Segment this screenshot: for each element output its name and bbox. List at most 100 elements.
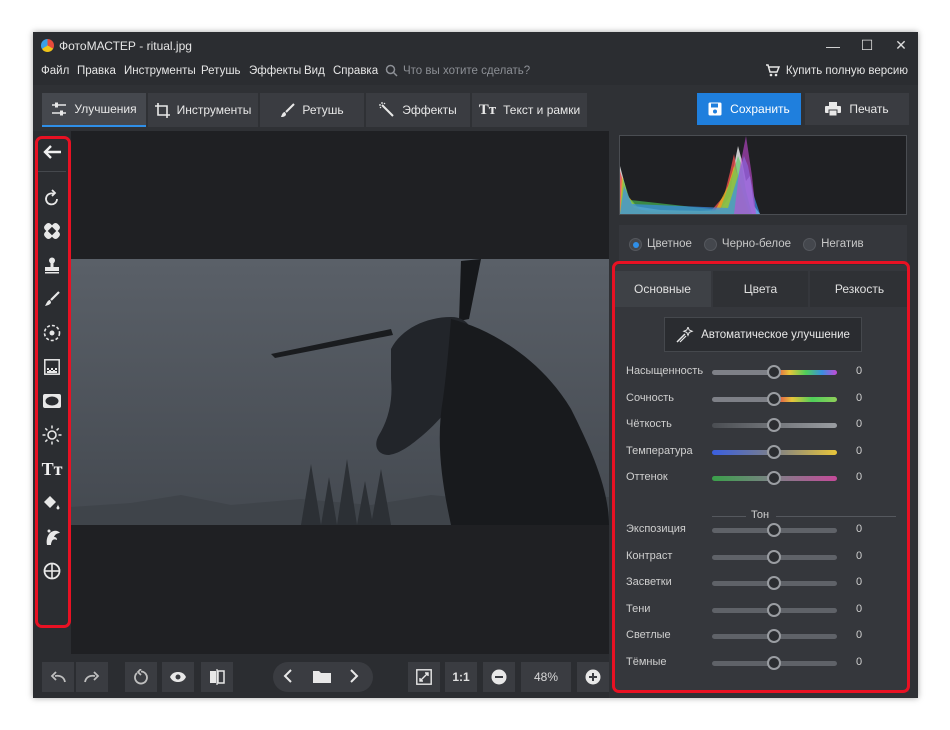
light-tool[interactable] bbox=[37, 422, 67, 448]
image-canvas[interactable] bbox=[71, 131, 609, 654]
subtab-sharpness[interactable]: Резкость bbox=[810, 271, 909, 307]
close-button[interactable]: ✕ bbox=[884, 32, 918, 59]
portrait-tool[interactable] bbox=[37, 524, 67, 550]
color-mode-group: Цветное Черно-белое Негатив bbox=[619, 225, 907, 263]
gradient-icon bbox=[44, 359, 60, 375]
slider-value: 0 bbox=[856, 576, 863, 588]
back-button[interactable] bbox=[37, 139, 67, 165]
slider-handle[interactable] bbox=[767, 418, 781, 432]
undo-button[interactable] bbox=[42, 662, 74, 692]
right-panel: Цветное Черно-белое Негатив Основные Цве… bbox=[609, 131, 918, 698]
compare-button[interactable] bbox=[201, 662, 233, 692]
slider-label: Экспозиция bbox=[626, 523, 686, 535]
slider-value: 0 bbox=[856, 550, 863, 562]
redo-button[interactable] bbox=[76, 662, 108, 692]
fill-tool[interactable] bbox=[37, 490, 67, 516]
window-title: ФотоМАСТЕР - ritual.jpg bbox=[59, 39, 192, 53]
gradient-filter-tool[interactable] bbox=[37, 354, 67, 380]
search-box[interactable]: Что вы хотите сделать? bbox=[385, 64, 530, 77]
light-icon bbox=[42, 425, 62, 445]
menu-tools[interactable]: Инструменты bbox=[124, 65, 196, 77]
menu-retouch[interactable]: Ретушь bbox=[201, 65, 241, 77]
zoom-value[interactable]: 48% bbox=[521, 662, 571, 692]
maximize-button[interactable]: ☐ bbox=[850, 32, 884, 59]
target-tool[interactable] bbox=[37, 558, 67, 584]
tab-label: Инструменты bbox=[176, 103, 252, 117]
radio-bw[interactable]: Черно-белое bbox=[703, 237, 791, 251]
save-button[interactable]: Сохранить bbox=[697, 93, 801, 125]
text-icon: Tт bbox=[478, 101, 497, 118]
zoom-in-button[interactable] bbox=[577, 662, 609, 692]
tab-enhancements[interactable]: Улучшения bbox=[42, 93, 146, 127]
stamp-tool[interactable] bbox=[37, 252, 67, 278]
slider-handle[interactable] bbox=[767, 629, 781, 643]
rotate-tool[interactable] bbox=[37, 184, 67, 210]
slider-handle[interactable] bbox=[767, 576, 781, 590]
slider-shadows: Тени 0 bbox=[626, 600, 901, 620]
radio-dot[interactable] bbox=[629, 237, 642, 251]
radial-filter-tool[interactable] bbox=[37, 320, 67, 346]
text-tool[interactable]: Tт bbox=[37, 456, 67, 482]
search-placeholder[interactable]: Что вы хотите сделать? bbox=[403, 65, 530, 77]
radio-dot[interactable] bbox=[803, 237, 817, 251]
print-label: Печать bbox=[849, 102, 889, 116]
histogram bbox=[619, 135, 907, 215]
next-image-button[interactable] bbox=[349, 669, 359, 686]
target-icon bbox=[43, 562, 61, 580]
minimize-button[interactable]: — bbox=[816, 32, 850, 59]
reset-button[interactable] bbox=[125, 662, 157, 692]
slider-handle[interactable] bbox=[767, 365, 781, 379]
tab-label: Улучшения bbox=[74, 102, 137, 116]
slider-handle[interactable] bbox=[767, 445, 781, 459]
radio-label[interactable]: Черно-белое bbox=[722, 238, 791, 250]
slider-value: 0 bbox=[856, 418, 863, 430]
slider-handle[interactable] bbox=[767, 392, 781, 406]
menu-help[interactable]: Справка bbox=[333, 65, 378, 77]
slider-handle[interactable] bbox=[767, 603, 781, 617]
tab-retouch[interactable]: Ретушь bbox=[260, 93, 364, 127]
toolbar-divider bbox=[38, 171, 66, 172]
slider-handle[interactable] bbox=[767, 550, 781, 564]
slider-handle[interactable] bbox=[767, 656, 781, 670]
zoom-1to1-button[interactable]: 1:1 bbox=[445, 662, 477, 692]
auto-enhance-button[interactable]: Автоматическое улучшение bbox=[664, 317, 862, 352]
slider-handle[interactable] bbox=[767, 523, 781, 537]
main-tab-bar: Улучшения Инструменты Ретушь Эффекты Tт … bbox=[33, 85, 918, 131]
radio-negative[interactable]: Негатив bbox=[803, 237, 864, 251]
slider-tint: Оттенок 0 bbox=[626, 468, 901, 488]
brush-tool[interactable] bbox=[37, 286, 67, 312]
plus-circle-icon bbox=[585, 669, 601, 685]
slider-clarity: Чёткость 0 bbox=[626, 415, 901, 435]
radio-label[interactable]: Цветное bbox=[647, 238, 692, 250]
preview-button[interactable] bbox=[162, 662, 194, 692]
tab-tools[interactable]: Инструменты bbox=[148, 93, 258, 127]
slider-label: Температура bbox=[626, 445, 693, 457]
subtab-basic[interactable]: Основные bbox=[614, 271, 711, 307]
fit-screen-button[interactable] bbox=[408, 662, 440, 692]
cart-icon bbox=[765, 64, 780, 77]
slider-label: Сочность bbox=[626, 392, 675, 404]
menu-effects[interactable]: Эффекты bbox=[249, 65, 301, 77]
radio-dot[interactable] bbox=[703, 237, 717, 251]
brush-icon bbox=[281, 102, 296, 117]
healing-tool[interactable] bbox=[37, 218, 67, 244]
buy-label[interactable]: Купить полную версию bbox=[786, 65, 908, 77]
buy-link[interactable]: Купить полную версию bbox=[765, 64, 908, 77]
zoom-out-button[interactable] bbox=[483, 662, 515, 692]
print-button[interactable]: Печать bbox=[805, 93, 909, 125]
prev-image-button[interactable] bbox=[283, 669, 293, 686]
radio-label[interactable]: Негатив bbox=[821, 238, 864, 250]
open-folder-button[interactable] bbox=[313, 669, 331, 686]
menu-view[interactable]: Вид bbox=[304, 65, 325, 77]
slider-label: Оттенок bbox=[626, 471, 668, 483]
tab-effects[interactable]: Эффекты bbox=[366, 93, 470, 127]
vignette-tool[interactable] bbox=[37, 388, 67, 414]
menu-file[interactable]: Файл bbox=[41, 65, 69, 77]
slider-whites: Светлые 0 bbox=[626, 626, 901, 646]
radio-color[interactable]: Цветное bbox=[629, 237, 692, 251]
subtab-colors[interactable]: Цвета bbox=[713, 271, 808, 307]
menu-edit[interactable]: Правка bbox=[77, 65, 116, 77]
tab-text-frames[interactable]: Tт Текст и рамки bbox=[472, 93, 587, 127]
bottom-toolbar: 1:1 48% bbox=[33, 654, 609, 698]
slider-handle[interactable] bbox=[767, 471, 781, 485]
